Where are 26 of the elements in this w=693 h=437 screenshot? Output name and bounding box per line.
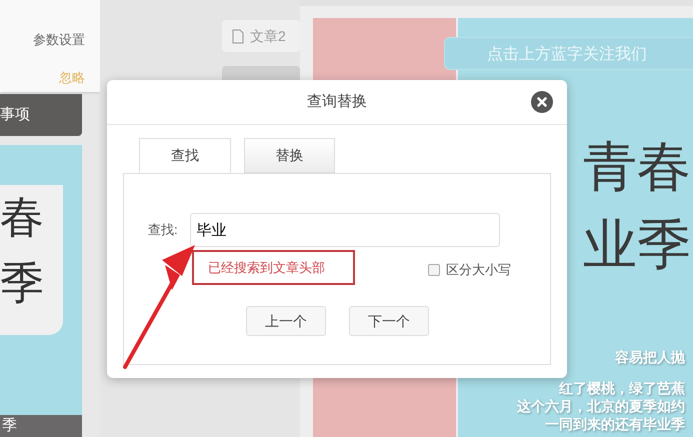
- checkbox[interactable]: [428, 264, 440, 276]
- dialog-tab[interactable]: 查找: [139, 138, 231, 173]
- popup-title: 参数设置: [33, 31, 85, 49]
- thumbnail-headline: 季: [0, 256, 44, 311]
- poster-text-line: 容易把人抛: [615, 350, 685, 367]
- find-input[interactable]: 毕业: [190, 213, 500, 247]
- find-label: 查找:: [148, 221, 178, 240]
- poster-headline: 业季: [583, 212, 691, 278]
- nav-button[interactable]: 下一个: [349, 306, 429, 336]
- thumbnail-headline: 春: [0, 190, 44, 245]
- poster-text-line: 这个六月，北京的夏季如约: [517, 399, 685, 416]
- document-icon: [232, 28, 244, 44]
- case-sensitive-option[interactable]: 区分大小写: [428, 260, 511, 280]
- follow-banner: 点击上方蓝字关注我们: [444, 37, 693, 70]
- close-button[interactable]: [531, 91, 553, 113]
- thumbnail-caption: 季: [2, 416, 17, 436]
- poster-text-line: 红了樱桃，绿了芭蕉: [559, 381, 685, 398]
- section-title: 事项: [0, 104, 30, 125]
- search-status-message: 已经搜索到文章头部: [192, 250, 355, 285]
- dialog-title: 查询替换: [307, 92, 367, 112]
- nav-button[interactable]: 上一个: [246, 306, 326, 336]
- poster-text-line: 一同到来的还有毕业季: [545, 417, 685, 434]
- dialog-tab[interactable]: 替换: [244, 138, 335, 173]
- poster-headline: 青春: [583, 134, 691, 200]
- close-icon: [537, 97, 547, 107]
- template-thumbnail[interactable]: 春 季: [0, 144, 82, 414]
